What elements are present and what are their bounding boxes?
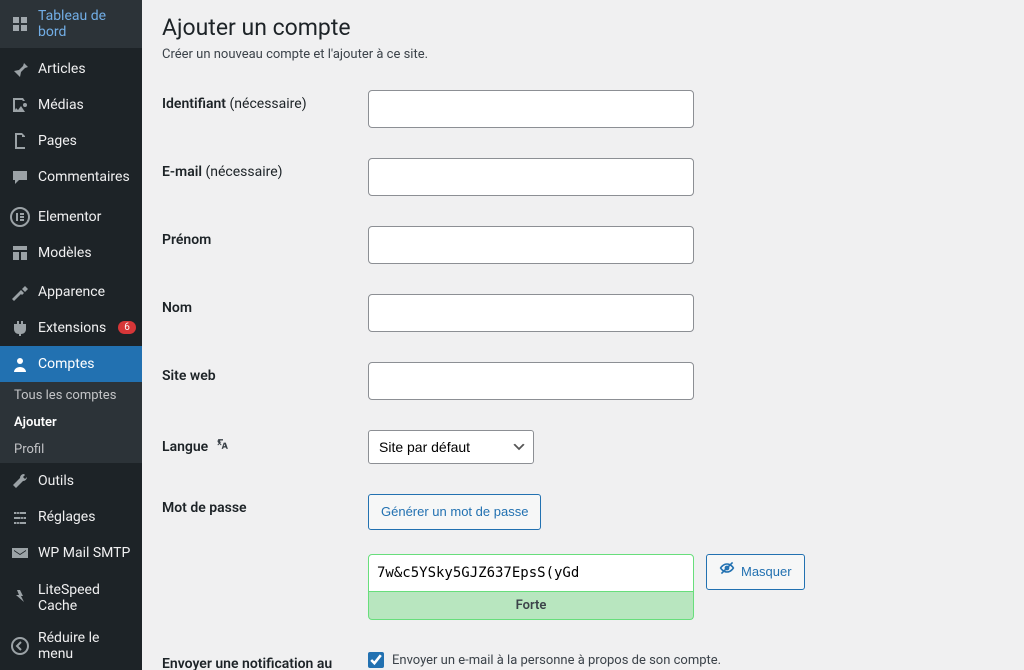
sidebar-label: Elementor: [38, 209, 101, 225]
notify-label: Envoyer une notification au compte: [162, 650, 368, 670]
notify-checkbox-label: Envoyer un e-mail à la personne à propos…: [392, 653, 721, 668]
admin-sidebar: Tableau de bord Articles Médias Pages Co…: [0, 0, 142, 670]
sidebar-label: Outils: [38, 473, 74, 489]
sidebar-label: Extensions: [38, 320, 106, 336]
submenu-add-user[interactable]: Ajouter: [0, 409, 142, 436]
sidebar-label: Réduire le menu: [38, 630, 134, 662]
elementor-icon: [10, 207, 30, 227]
sidebar-item-media[interactable]: Médias: [0, 87, 142, 123]
submenu-all-users[interactable]: Tous les comptes: [0, 382, 142, 409]
sidebar-item-templates[interactable]: Modèles: [0, 235, 142, 271]
email-label: E-mail (nécessaire): [162, 158, 368, 180]
cache-icon: [10, 588, 30, 608]
user-icon: [10, 354, 30, 374]
hide-password-button[interactable]: Masquer: [706, 554, 805, 590]
sidebar-item-tools[interactable]: Outils: [0, 463, 142, 499]
username-label: Identifiant (nécessaire): [162, 90, 368, 112]
sidebar-item-dashboard[interactable]: Tableau de bord: [0, 0, 142, 48]
password-strength-meter: Forte: [368, 592, 694, 620]
tools-icon: [10, 471, 30, 491]
appearance-icon: [10, 282, 30, 302]
mail-icon: [10, 543, 30, 563]
notify-checkbox-wrap[interactable]: Envoyer un e-mail à la personne à propos…: [368, 650, 1004, 668]
sidebar-item-pages[interactable]: Pages: [0, 123, 142, 159]
sidebar-label: Réglages: [38, 509, 95, 525]
main-content: Ajouter un compte Créer un nouveau compt…: [142, 0, 1024, 670]
sidebar-item-elementor[interactable]: Elementor: [0, 199, 142, 235]
plugin-icon: [10, 318, 30, 338]
sidebar-label: Tableau de bord: [38, 8, 134, 40]
password-input[interactable]: [368, 554, 694, 592]
users-submenu: Tous les comptes Ajouter Profil: [0, 382, 142, 463]
lastname-input[interactable]: [368, 294, 694, 332]
collapse-icon: [10, 636, 30, 656]
lastname-label: Nom: [162, 294, 368, 316]
email-input[interactable]: [368, 158, 694, 196]
sidebar-item-comments[interactable]: Commentaires: [0, 159, 142, 195]
sidebar-item-wpmailsmtp[interactable]: WP Mail SMTP: [0, 535, 142, 571]
language-label: Langue: [162, 430, 368, 455]
submenu-profile[interactable]: Profil: [0, 436, 142, 463]
sidebar-label: WP Mail SMTP: [38, 545, 130, 561]
media-icon: [10, 95, 30, 115]
language-select[interactable]: Site par défaut: [368, 430, 534, 464]
update-badge: 6: [118, 321, 136, 334]
page-subtitle: Créer un nouveau compte et l'ajouter à c…: [162, 47, 1004, 62]
notify-checkbox[interactable]: [368, 652, 384, 668]
sidebar-label: Pages: [38, 133, 77, 149]
pin-icon: [10, 59, 30, 79]
username-input[interactable]: [368, 90, 694, 128]
sidebar-item-settings[interactable]: Réglages: [0, 499, 142, 535]
password-label: Mot de passe: [162, 494, 368, 516]
sidebar-label: Médias: [38, 97, 84, 113]
generate-password-button[interactable]: Générer un mot de passe: [368, 494, 541, 530]
sidebar-label: LiteSpeed Cache: [38, 582, 134, 614]
translate-icon: [216, 436, 230, 455]
sidebar-label: Apparence: [38, 284, 105, 300]
sidebar-item-appearance[interactable]: Apparence: [0, 274, 142, 310]
sidebar-label: Articles: [38, 61, 86, 77]
page-title: Ajouter un compte: [162, 10, 1004, 41]
templates-icon: [10, 243, 30, 263]
page-icon: [10, 131, 30, 151]
sidebar-item-plugins[interactable]: Extensions 6: [0, 310, 142, 346]
sidebar-item-collapse[interactable]: Réduire le menu: [0, 622, 142, 670]
sidebar-label: Commentaires: [38, 169, 130, 185]
sidebar-item-posts[interactable]: Articles: [0, 51, 142, 87]
settings-icon: [10, 507, 30, 527]
firstname-label: Prénom: [162, 226, 368, 248]
sidebar-label: Comptes: [38, 356, 94, 372]
website-input[interactable]: [368, 362, 694, 400]
eye-slash-icon: [719, 559, 735, 585]
firstname-input[interactable]: [368, 226, 694, 264]
dashboard-icon: [10, 14, 30, 34]
sidebar-item-litespeed[interactable]: LiteSpeed Cache: [0, 574, 142, 622]
sidebar-item-users[interactable]: Comptes: [0, 346, 142, 382]
sidebar-label: Modèles: [38, 245, 92, 261]
comment-icon: [10, 167, 30, 187]
website-label: Site web: [162, 362, 368, 384]
